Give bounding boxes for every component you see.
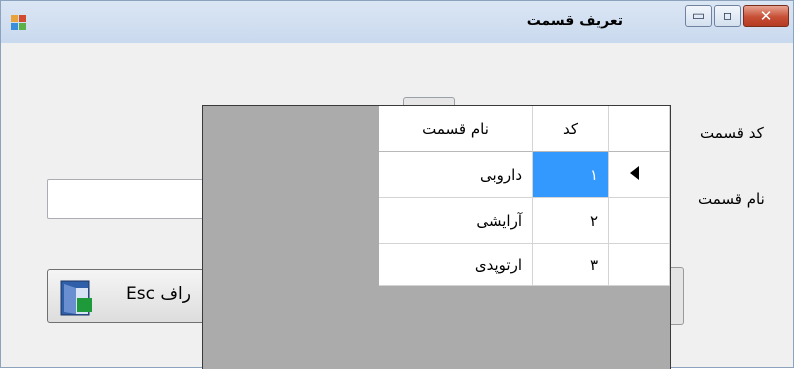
- close-button[interactable]: ✕: [743, 5, 789, 27]
- table-cell-name[interactable]: داروبی: [379, 152, 533, 198]
- minimize-button[interactable]: ▭: [685, 5, 712, 27]
- row-header-selected[interactable]: [609, 152, 670, 198]
- window-title: تعریف قسمت: [526, 13, 623, 29]
- maximize-icon: ▫: [722, 8, 733, 24]
- column-header-code[interactable]: کد: [533, 106, 609, 152]
- maximize-button[interactable]: ▫: [714, 5, 741, 27]
- cancel-button-label: راف Esc: [126, 284, 191, 304]
- row-header[interactable]: [609, 198, 670, 244]
- close-icon: ✕: [759, 7, 773, 25]
- title-bar[interactable]: تعریف قسمت ▭ ▫ ✕: [1, 1, 793, 43]
- code-label: کد قسمت: [700, 124, 764, 142]
- dialog-window: تعریف قسمت ▭ ▫ ✕ کد قسمت نام قسمت راف Es…: [0, 0, 794, 369]
- minimize-icon: ▭: [691, 8, 706, 24]
- app-icon[interactable]: [11, 15, 27, 31]
- exit-door-icon: [60, 280, 94, 316]
- table-cell-code[interactable]: ۳: [533, 244, 609, 286]
- name-label: نام قسمت: [698, 190, 765, 208]
- row-header[interactable]: [609, 244, 670, 286]
- table-cell-name[interactable]: آرایشی: [379, 198, 533, 244]
- table-cell-code[interactable]: ۱: [533, 152, 609, 198]
- row-header-corner: [609, 106, 670, 152]
- table-cell-name[interactable]: ارتوپدی: [379, 244, 533, 286]
- column-header-name[interactable]: نام قسمت: [379, 106, 533, 152]
- table-cell-code[interactable]: ۲: [533, 198, 609, 244]
- sections-grid[interactable]: کد نام قسمت ۱ داروبی ۲ آرایشی ۳ ارتوپدی: [202, 105, 671, 369]
- current-row-arrow-icon: [630, 166, 639, 180]
